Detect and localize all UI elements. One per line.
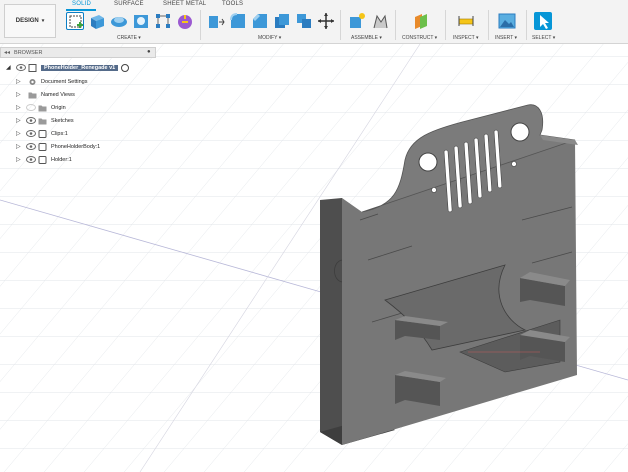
toolbar-separator	[488, 10, 489, 40]
eye-icon[interactable]	[26, 143, 36, 150]
construct-label: CONSTRUCT	[402, 35, 434, 41]
eye-icon[interactable]	[26, 130, 36, 137]
browser-item-named-views[interactable]: ▷ Named Views	[16, 89, 75, 100]
fillet-icon[interactable]	[229, 12, 247, 30]
construct-menu[interactable]: CONSTRUCT ▾	[402, 35, 437, 41]
eye-hidden-icon[interactable]	[26, 104, 36, 111]
select-icon[interactable]	[534, 12, 552, 30]
item-label: Holder:1	[51, 156, 72, 163]
root-component-label: PhoneHolder_Renegade v1	[41, 64, 119, 71]
expand-arrow-icon[interactable]: ▷	[16, 104, 23, 111]
modify-menu[interactable]: MODIFY ▾	[258, 35, 281, 41]
assemble-label: ASSEMBLE	[351, 35, 378, 41]
expand-arrow-icon[interactable]: ▷	[16, 156, 23, 163]
activate-icon[interactable]	[121, 63, 130, 72]
move-icon[interactable]	[317, 12, 335, 30]
collapse-icon[interactable]: ◂◂	[4, 49, 10, 56]
browser-item-document-settings[interactable]: ▷ Document Settings	[16, 76, 87, 87]
combine-icon[interactable]	[295, 12, 313, 30]
browser-item-origin[interactable]: ▷ Origin	[16, 102, 66, 113]
extrude-icon[interactable]	[88, 12, 106, 30]
chamfer-icon[interactable]	[251, 12, 269, 30]
create-menu[interactable]: CREATE ▾	[117, 35, 141, 41]
3d-viewport[interactable]	[0, 44, 628, 472]
offset-plane-icon[interactable]	[412, 12, 430, 30]
item-label: Clips:1	[51, 130, 68, 137]
expand-arrow-icon[interactable]: ▷	[16, 91, 23, 98]
eye-icon[interactable]	[26, 156, 36, 163]
gear-icon	[28, 78, 37, 86]
folder-icon	[28, 91, 37, 99]
pattern-icon[interactable]	[154, 12, 172, 30]
workspace-label: DESIGN	[15, 18, 39, 24]
select-menu[interactable]: SELECT ▾	[532, 35, 555, 41]
joint-icon[interactable]	[371, 12, 389, 30]
item-label: PhoneHolderBody:1	[51, 143, 101, 150]
toolbar-separator	[340, 10, 341, 40]
hole-icon[interactable]	[132, 12, 150, 30]
toolbar: DESIGN ▾ SOLID SURFACE SHEET METAL TOOLS…	[0, 0, 628, 44]
tab-surface[interactable]: SURFACE	[114, 1, 144, 7]
component-icon	[38, 142, 47, 151]
press-pull-icon[interactable]	[207, 12, 225, 30]
tab-solid[interactable]: SOLID	[72, 1, 91, 7]
workspace-switcher[interactable]: DESIGN ▾	[4, 4, 56, 38]
inspect-label: INSPECT	[453, 35, 475, 41]
browser-header[interactable]: ◂◂ BROWSER ●	[0, 47, 156, 58]
chevron-down-icon: ▾	[41, 18, 45, 24]
insert-label: INSERT	[495, 35, 514, 41]
expand-arrow-icon[interactable]: ▷	[16, 143, 23, 150]
insert-image-icon[interactable]	[498, 12, 516, 30]
create-label: CREATE	[117, 35, 137, 41]
eye-icon[interactable]	[16, 64, 26, 71]
active-tab-indicator	[66, 9, 96, 11]
collapse-arrow-icon[interactable]: ◢	[6, 64, 13, 71]
toolbar-separator	[200, 10, 201, 40]
create-sketch-icon[interactable]	[66, 12, 84, 30]
expand-arrow-icon[interactable]: ▷	[16, 78, 23, 85]
component-icon	[38, 155, 47, 164]
item-label: Named Views	[41, 91, 75, 98]
revolve-icon[interactable]	[110, 12, 128, 30]
item-label: Document Settings	[41, 78, 88, 85]
pin-icon[interactable]: ●	[147, 49, 151, 55]
toolbar-separator	[395, 10, 396, 40]
measure-icon[interactable]	[457, 12, 475, 30]
browser-item-sketches[interactable]: ▷ Sketches	[16, 115, 74, 126]
tab-sheet-metal[interactable]: SHEET METAL	[163, 1, 206, 7]
eye-icon[interactable]	[26, 117, 36, 124]
insert-menu[interactable]: INSERT ▾	[495, 35, 517, 41]
item-label: Origin	[51, 104, 66, 111]
tab-tools[interactable]: TOOLS	[222, 1, 243, 7]
modify-label: MODIFY	[258, 35, 278, 41]
browser-item-phoneholderbody[interactable]: ▷ PhoneHolderBody:1	[16, 141, 100, 152]
browser-title: BROWSER	[14, 49, 43, 56]
new-component-icon[interactable]	[348, 12, 366, 30]
assemble-menu[interactable]: ASSEMBLE ▾	[351, 35, 382, 41]
toolbar-separator	[526, 10, 527, 40]
expand-arrow-icon[interactable]: ▷	[16, 130, 23, 137]
component-icon	[38, 129, 47, 138]
inspect-menu[interactable]: INSPECT ▾	[453, 35, 479, 41]
folder-icon	[38, 104, 47, 112]
item-label: Sketches	[51, 117, 74, 124]
browser-item-clips[interactable]: ▷ Clips:1	[16, 128, 68, 139]
browser-item-holder[interactable]: ▷ Holder:1	[16, 154, 72, 165]
folder-icon	[38, 117, 47, 125]
toolbar-separator	[445, 10, 446, 40]
expand-arrow-icon[interactable]: ▷	[16, 117, 23, 124]
shell-icon[interactable]	[273, 12, 291, 30]
select-label: SELECT	[532, 35, 552, 41]
create-form-icon[interactable]	[176, 12, 194, 30]
browser-root[interactable]: ◢ PhoneHolder_Renegade v1	[6, 62, 130, 73]
document-icon	[28, 63, 37, 72]
